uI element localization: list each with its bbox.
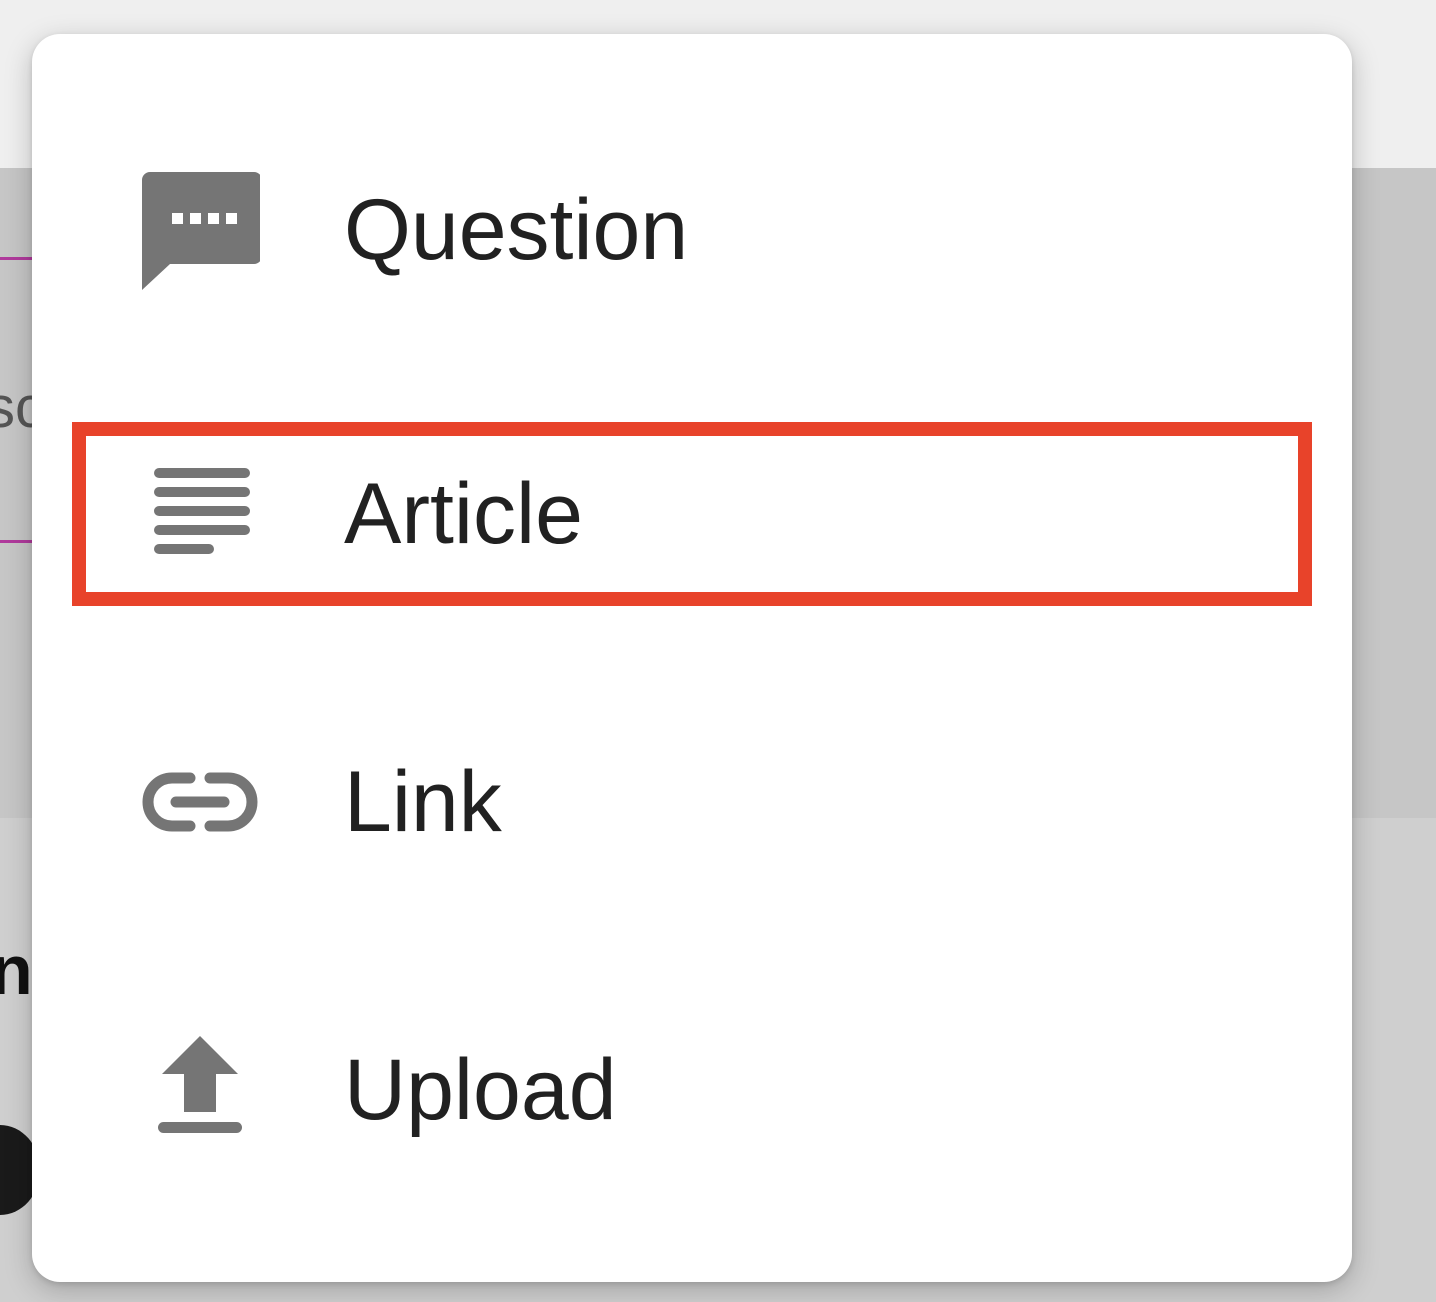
chat-bubble-icon <box>140 170 260 290</box>
create-post-menu: Question Article Link Upload <box>32 34 1352 1282</box>
upload-icon <box>140 1030 260 1150</box>
menu-item-question[interactable]: Question <box>72 138 1312 322</box>
link-icon <box>140 742 260 862</box>
menu-item-label: Upload <box>344 1042 617 1138</box>
menu-item-upload[interactable]: Upload <box>72 998 1312 1182</box>
menu-item-article[interactable]: Article <box>72 422 1312 606</box>
menu-item-label: Question <box>344 182 689 278</box>
menu-item-label: Link <box>344 754 502 850</box>
menu-item-label: Article <box>344 466 583 562</box>
menu-item-link[interactable]: Link <box>72 710 1312 894</box>
article-lines-icon <box>140 454 260 574</box>
background-partial-heading: n <box>0 931 33 1009</box>
